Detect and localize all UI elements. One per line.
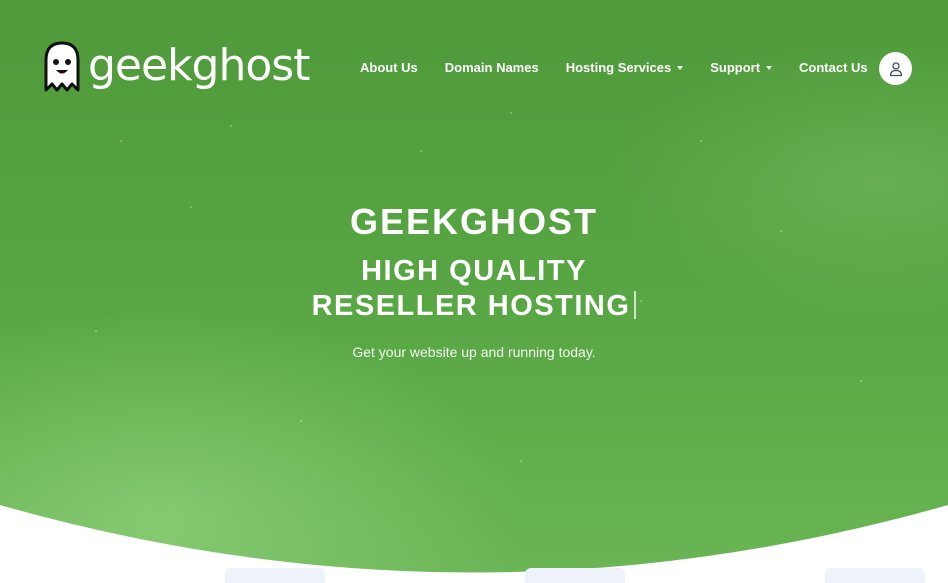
nav-item-label: Support	[710, 59, 761, 75]
hero-title: GEEKGHOST	[349, 201, 599, 242]
ghost-icon	[44, 41, 80, 92]
page: geekghost About Us Domain Names Hosting …	[0, 0, 948, 583]
feature-card-peek	[525, 568, 625, 583]
typing-cursor	[634, 291, 637, 319]
nav-item-label: Domain Names	[444, 59, 539, 75]
caret-down-icon	[677, 65, 684, 70]
nav-item-contact-us[interactable]: Contact Us	[799, 60, 868, 75]
account-button[interactable]	[879, 52, 912, 85]
nav-item-about-us[interactable]: About Us	[360, 60, 418, 75]
nav-item-label: Contact Us	[799, 59, 868, 75]
nav-item-hosting-services[interactable]: Hosting Services	[566, 60, 684, 75]
hero-tagline-text: RESELLER HOSTING	[311, 290, 631, 322]
hero-content: GEEKGHOST HIGH QUALITY RESELLER HOSTING …	[0, 200, 948, 360]
nav-item-support[interactable]: Support	[710, 59, 773, 75]
hero-tagline-line-2: RESELLER HOSTING	[0, 288, 948, 324]
hero-subtitle: Get your website up and running today.	[352, 344, 596, 360]
feature-card-peek	[825, 568, 925, 583]
caret-down-icon	[766, 65, 773, 70]
logo-wordmark: geekghost	[88, 40, 310, 91]
hero-tagline-line-1: HIGH QUALITY	[361, 255, 587, 287]
user-icon	[889, 61, 902, 76]
main-nav: About Us Domain Names Hosting Services S…	[360, 58, 868, 76]
feature-card-peek	[225, 568, 325, 583]
nav-item-label: About Us	[360, 59, 418, 75]
nav-item-label: Hosting Services	[565, 59, 672, 75]
site-logo[interactable]: geekghost	[42, 40, 310, 92]
nav-item-domain-names[interactable]: Domain Names	[445, 60, 539, 75]
